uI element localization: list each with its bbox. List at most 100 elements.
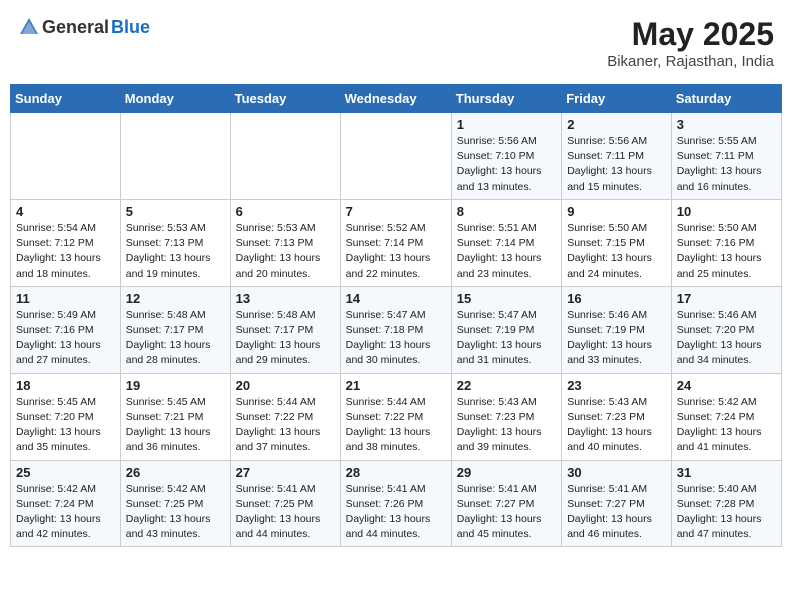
day-cell: 10Sunrise: 5:50 AM Sunset: 7:16 PM Dayli…	[671, 199, 781, 286]
day-info: Sunrise: 5:42 AM Sunset: 7:24 PM Dayligh…	[677, 395, 776, 456]
day-info: Sunrise: 5:46 AM Sunset: 7:19 PM Dayligh…	[567, 308, 666, 369]
day-info: Sunrise: 5:43 AM Sunset: 7:23 PM Dayligh…	[457, 395, 556, 456]
day-info: Sunrise: 5:55 AM Sunset: 7:11 PM Dayligh…	[677, 134, 776, 195]
day-cell	[340, 113, 451, 200]
header-monday: Monday	[120, 85, 230, 113]
day-info: Sunrise: 5:47 AM Sunset: 7:18 PM Dayligh…	[346, 308, 446, 369]
day-info: Sunrise: 5:44 AM Sunset: 7:22 PM Dayligh…	[346, 395, 446, 456]
day-number: 30	[567, 465, 666, 480]
day-cell: 19Sunrise: 5:45 AM Sunset: 7:21 PM Dayli…	[120, 373, 230, 460]
day-info: Sunrise: 5:44 AM Sunset: 7:22 PM Dayligh…	[236, 395, 335, 456]
day-cell	[11, 113, 121, 200]
day-info: Sunrise: 5:47 AM Sunset: 7:19 PM Dayligh…	[457, 308, 556, 369]
day-cell: 6 Sunrise: 5:53 AM Sunset: 7:13 PM Daylig…	[230, 199, 340, 286]
day-info: Sunrise: 5:41 AM Sunset: 7:27 PM Dayligh…	[567, 482, 666, 543]
day-cell: 23Sunrise: 5:43 AM Sunset: 7:23 PM Dayli…	[562, 373, 672, 460]
day-info: Sunrise: 5:42 AM Sunset: 7:24 PM Dayligh…	[16, 482, 115, 543]
day-number: 1	[457, 117, 556, 132]
day-number: 24	[677, 378, 776, 393]
day-number: 18	[16, 378, 115, 393]
day-number: 28	[346, 465, 446, 480]
header-row: SundayMondayTuesdayWednesdayThursdayFrid…	[11, 85, 782, 113]
week-row-3: 11Sunrise: 5:49 AM Sunset: 7:16 PM Dayli…	[11, 286, 782, 373]
day-number: 31	[677, 465, 776, 480]
logo: GeneralBlue	[18, 16, 150, 38]
day-cell: 4Sunrise: 5:54 AM Sunset: 7:12 PM Daylig…	[11, 199, 121, 286]
day-number: 21	[346, 378, 446, 393]
day-number: 7	[346, 204, 446, 219]
day-cell: 29 Sunrise: 5:41 AM Sunset: 7:27 PM Dayli…	[451, 460, 561, 547]
day-number: 12	[126, 291, 225, 306]
day-info: Sunrise: 5:52 AM Sunset: 7:14 PM Dayligh…	[346, 221, 446, 282]
day-cell: 31Sunrise: 5:40 AM Sunset: 7:28 PM Dayli…	[671, 460, 781, 547]
day-number: 27	[236, 465, 335, 480]
day-info: Sunrise: 5:50 AM Sunset: 7:15 PM Dayligh…	[567, 221, 666, 282]
day-info: Sunrise: 5:45 AM Sunset: 7:21 PM Dayligh…	[126, 395, 225, 456]
day-number: 25	[16, 465, 115, 480]
day-cell: 26 Sunrise: 5:42 AM Sunset: 7:25 PM Dayli…	[120, 460, 230, 547]
day-cell	[230, 113, 340, 200]
day-cell: 2 Sunrise: 5:56 AM Sunset: 7:11 PM Daylig…	[562, 113, 672, 200]
header-saturday: Saturday	[671, 85, 781, 113]
day-cell: 28Sunrise: 5:41 AM Sunset: 7:26 PM Dayli…	[340, 460, 451, 547]
day-number: 3	[677, 117, 776, 132]
day-cell: 25 Sunrise: 5:42 AM Sunset: 7:24 PM Dayli…	[11, 460, 121, 547]
week-row-1: 1Sunrise: 5:56 AM Sunset: 7:10 PM Daylig…	[11, 113, 782, 200]
week-row-4: 18 Sunrise: 5:45 AM Sunset: 7:20 PM Dayli…	[11, 373, 782, 460]
day-number: 14	[346, 291, 446, 306]
header-sunday: Sunday	[11, 85, 121, 113]
day-info: Sunrise: 5:45 AM Sunset: 7:20 PM Dayligh…	[16, 395, 115, 456]
day-info: Sunrise: 5:50 AM Sunset: 7:16 PM Dayligh…	[677, 221, 776, 282]
day-cell: 27 Sunrise: 5:41 AM Sunset: 7:25 PM Dayli…	[230, 460, 340, 547]
day-number: 5	[126, 204, 225, 219]
day-number: 20	[236, 378, 335, 393]
day-info: Sunrise: 5:46 AM Sunset: 7:20 PM Dayligh…	[677, 308, 776, 369]
day-number: 15	[457, 291, 556, 306]
day-number: 22	[457, 378, 556, 393]
day-cell: 20 Sunrise: 5:44 AM Sunset: 7:22 PM Dayli…	[230, 373, 340, 460]
logo-general: General	[42, 17, 109, 38]
day-info: Sunrise: 5:51 AM Sunset: 7:14 PM Dayligh…	[457, 221, 556, 282]
day-cell	[120, 113, 230, 200]
day-info: Sunrise: 5:56 AM Sunset: 7:11 PM Dayligh…	[567, 134, 666, 195]
header-wednesday: Wednesday	[340, 85, 451, 113]
day-cell: 13Sunrise: 5:48 AM Sunset: 7:17 PM Dayli…	[230, 286, 340, 373]
day-info: Sunrise: 5:42 AM Sunset: 7:25 PM Dayligh…	[126, 482, 225, 543]
day-info: Sunrise: 5:41 AM Sunset: 7:27 PM Dayligh…	[457, 482, 556, 543]
day-info: Sunrise: 5:53 AM Sunset: 7:13 PM Dayligh…	[236, 221, 335, 282]
day-cell: 30 Sunrise: 5:41 AM Sunset: 7:27 PM Dayli…	[562, 460, 672, 547]
day-number: 17	[677, 291, 776, 306]
day-number: 2	[567, 117, 666, 132]
header-friday: Friday	[562, 85, 672, 113]
week-row-5: 25 Sunrise: 5:42 AM Sunset: 7:24 PM Dayli…	[11, 460, 782, 547]
day-cell: 16Sunrise: 5:46 AM Sunset: 7:19 PM Dayli…	[562, 286, 672, 373]
day-cell: 3 Sunrise: 5:55 AM Sunset: 7:11 PM Daylig…	[671, 113, 781, 200]
day-cell: 8 Sunrise: 5:51 AM Sunset: 7:14 PM Daylig…	[451, 199, 561, 286]
day-cell: 18 Sunrise: 5:45 AM Sunset: 7:20 PM Dayli…	[11, 373, 121, 460]
day-number: 29	[457, 465, 556, 480]
location: Bikaner, Rajasthan, India	[607, 53, 774, 70]
day-number: 13	[236, 291, 335, 306]
day-number: 26	[126, 465, 225, 480]
day-number: 6	[236, 204, 335, 219]
logo-icon	[18, 16, 40, 38]
logo-blue: Blue	[111, 17, 150, 38]
month-year: May 2025	[607, 16, 774, 53]
day-cell: 9 Sunrise: 5:50 AM Sunset: 7:15 PM Daylig…	[562, 199, 672, 286]
title-block: May 2025 Bikaner, Rajasthan, India	[607, 16, 774, 70]
day-number: 8	[457, 204, 556, 219]
day-cell: 21 Sunrise: 5:44 AM Sunset: 7:22 PM Dayli…	[340, 373, 451, 460]
day-info: Sunrise: 5:49 AM Sunset: 7:16 PM Dayligh…	[16, 308, 115, 369]
day-cell: 17 Sunrise: 5:46 AM Sunset: 7:20 PM Dayli…	[671, 286, 781, 373]
calendar-table: SundayMondayTuesdayWednesdayThursdayFrid…	[10, 84, 782, 547]
day-cell: 5Sunrise: 5:53 AM Sunset: 7:13 PM Daylig…	[120, 199, 230, 286]
day-cell: 15 Sunrise: 5:47 AM Sunset: 7:19 PM Dayli…	[451, 286, 561, 373]
day-cell: 1Sunrise: 5:56 AM Sunset: 7:10 PM Daylig…	[451, 113, 561, 200]
day-cell: 22 Sunrise: 5:43 AM Sunset: 7:23 PM Dayli…	[451, 373, 561, 460]
header-tuesday: Tuesday	[230, 85, 340, 113]
header-thursday: Thursday	[451, 85, 561, 113]
day-number: 23	[567, 378, 666, 393]
day-info: Sunrise: 5:41 AM Sunset: 7:25 PM Dayligh…	[236, 482, 335, 543]
day-number: 9	[567, 204, 666, 219]
day-cell: 14 Sunrise: 5:47 AM Sunset: 7:18 PM Dayli…	[340, 286, 451, 373]
